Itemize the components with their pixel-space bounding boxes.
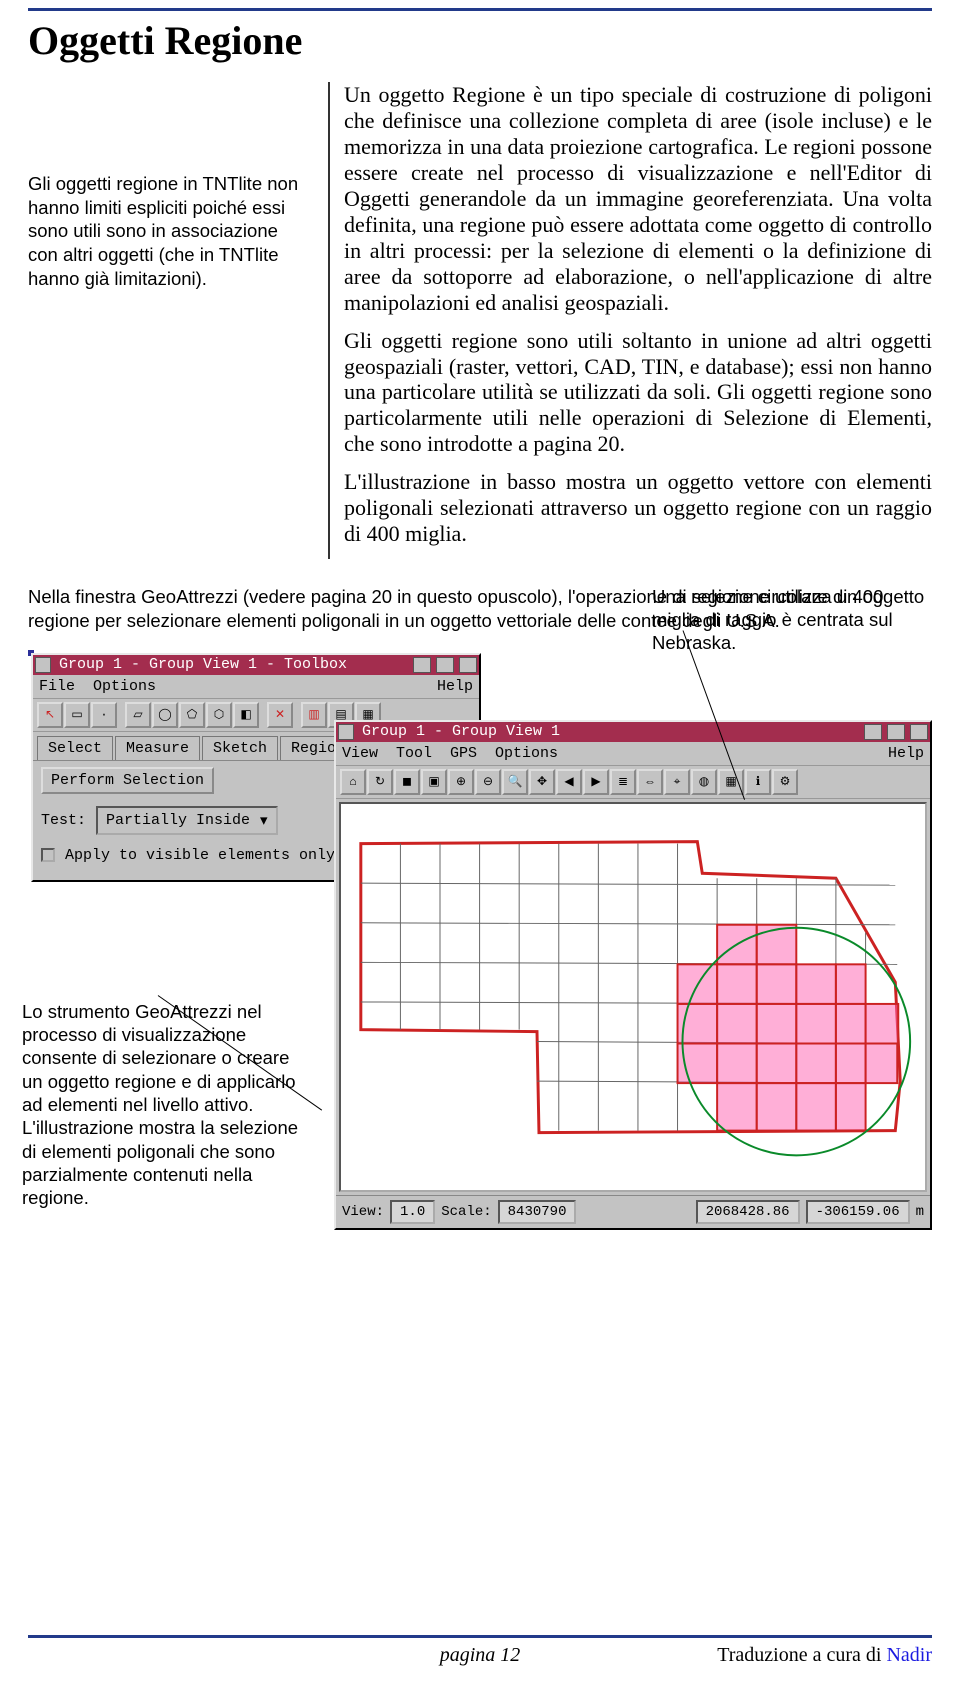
screenshots-area: Una regione circolare di 400 miglia di r… — [28, 640, 932, 1280]
status-view-value: 1.0 — [390, 1200, 435, 1224]
viewer-toolbar: ⌂ ↻ ◼ ▣ ⊕ ⊖ 🔍 ✥ ◀ ▶ ≣ ⇔ ⌖ ◍ ▦ ℹ ⚙ — [336, 766, 930, 799]
zoom-box-icon[interactable]: 🔍 — [502, 769, 528, 795]
status-coord-x: 2068428.86 — [696, 1200, 800, 1224]
perform-selection-button[interactable]: Perform Selection — [41, 767, 214, 794]
delete-icon[interactable]: ✕ — [267, 702, 293, 728]
status-scale-value: 8430790 — [498, 1200, 577, 1224]
next-icon[interactable]: ▶ — [583, 769, 609, 795]
tab-select[interactable]: Select — [37, 736, 113, 760]
tab-sketch[interactable]: Sketch — [202, 736, 278, 760]
toolbox-title: Group 1 - Group View 1 - Toolbox — [55, 656, 408, 673]
minimize-icon[interactable] — [864, 724, 882, 740]
main-body: Un oggetto Regione è un tipo speciale di… — [328, 82, 932, 559]
globe-icon[interactable]: ◍ — [691, 769, 717, 795]
menu-help[interactable]: Help — [437, 678, 473, 695]
callout-region-circle: Una regione circolare di 400 miglia di r… — [652, 585, 932, 655]
shape-icon[interactable]: ⬠ — [179, 702, 205, 728]
translation-link[interactable]: Nadir — [886, 1644, 932, 1666]
zoom-in-icon[interactable]: ⊕ — [448, 769, 474, 795]
poly-icon[interactable]: ▱ — [125, 702, 151, 728]
toolbox-menubar: File Options Help — [33, 675, 479, 699]
region-icon[interactable]: ◧ — [233, 702, 259, 728]
menu-file[interactable]: File — [39, 678, 75, 695]
home-icon[interactable]: ⌂ — [340, 769, 366, 795]
status-scale-label: Scale: — [441, 1204, 491, 1220]
status-coord-y: -306159.06 — [806, 1200, 910, 1224]
viewer-title: Group 1 - Group View 1 — [358, 723, 859, 740]
menu-options[interactable]: Options — [93, 678, 156, 695]
prev-icon[interactable]: ◀ — [556, 769, 582, 795]
viewer-titlebar[interactable]: Group 1 - Group View 1 — [336, 722, 930, 742]
toolbox-titlebar[interactable]: Group 1 - Group View 1 - Toolbox — [33, 655, 479, 675]
minimize-icon[interactable] — [413, 657, 431, 673]
menu-help[interactable]: Help — [888, 745, 924, 762]
viewer-menubar: View Tool GPS Options Help — [336, 742, 930, 766]
test-label: Test: — [41, 812, 86, 829]
pan-icon[interactable]: ✥ — [529, 769, 555, 795]
refresh-icon[interactable]: ↻ — [367, 769, 393, 795]
maximize-icon[interactable] — [436, 657, 454, 673]
side-note: Gli oggetti regione in TNTlite non hanno… — [28, 82, 308, 559]
paragraph-3: L'illustrazione in basso mostra un ogget… — [344, 469, 932, 547]
menu-options[interactable]: Options — [495, 745, 558, 762]
paragraph-1: Un oggetto Regione è un tipo speciale di… — [344, 82, 932, 316]
rect-icon[interactable]: ▭ — [64, 702, 90, 728]
scale-icon[interactable]: ⇔ — [637, 769, 663, 795]
page-title: Oggetti Regione — [28, 17, 932, 64]
close-icon[interactable] — [910, 724, 928, 740]
arrow-icon[interactable]: ↖ — [37, 702, 63, 728]
system-menu-icon[interactable] — [338, 724, 354, 740]
status-view-label: View: — [342, 1204, 384, 1220]
callout-geoattrezzi-tool: Lo strumento GeoAttrezzi nel processo di… — [22, 1000, 312, 1210]
system-menu-icon[interactable] — [35, 657, 51, 673]
menu-tool[interactable]: Tool — [396, 745, 432, 762]
zoom-fit-icon[interactable]: ▣ — [421, 769, 447, 795]
translation-text: Traduzione a cura di — [717, 1644, 886, 1666]
translation-credit: Traduzione a cura di Nadir — [717, 1644, 932, 1667]
status-unit: m — [916, 1204, 924, 1220]
menu-view[interactable]: View — [342, 745, 378, 762]
info-icon[interactable]: ℹ — [745, 769, 771, 795]
maximize-icon[interactable] — [887, 724, 905, 740]
shape2-icon[interactable]: ⬡ — [206, 702, 232, 728]
close-icon[interactable] — [459, 657, 477, 673]
ellipse-icon[interactable]: ◯ — [152, 702, 178, 728]
chart-icon[interactable]: ▥ — [301, 702, 327, 728]
page-footer: pagina 12 Traduzione a cura di Nadir — [0, 1635, 960, 1667]
dropdown-icon: ▾ — [260, 811, 268, 830]
point-icon[interactable]: · — [91, 702, 117, 728]
paragraph-2: Gli oggetti regione sono utili soltanto … — [344, 328, 932, 458]
layers-icon[interactable]: ≣ — [610, 769, 636, 795]
page-number: pagina 12 — [440, 1644, 521, 1666]
tab-measure[interactable]: Measure — [115, 736, 200, 760]
settings-icon[interactable]: ⚙ — [772, 769, 798, 795]
test-dropdown[interactable]: Partially Inside ▾ — [96, 806, 278, 835]
mag-icon[interactable]: ⌖ — [664, 769, 690, 795]
map-canvas[interactable] — [339, 802, 927, 1192]
test-value: Partially Inside — [106, 812, 250, 829]
map-svg — [341, 804, 925, 1190]
viewer-window: Group 1 - Group View 1 View Tool GPS Opt… — [334, 720, 932, 1230]
stop-icon[interactable]: ◼ — [394, 769, 420, 795]
viewer-statusbar: View: 1.0 Scale: 8430790 2068428.86 -306… — [336, 1195, 930, 1228]
apply-label: Apply to visible elements only — [65, 847, 335, 864]
zoom-out-icon[interactable]: ⊖ — [475, 769, 501, 795]
menu-gps[interactable]: GPS — [450, 745, 477, 762]
apply-checkbox[interactable] — [41, 848, 55, 862]
